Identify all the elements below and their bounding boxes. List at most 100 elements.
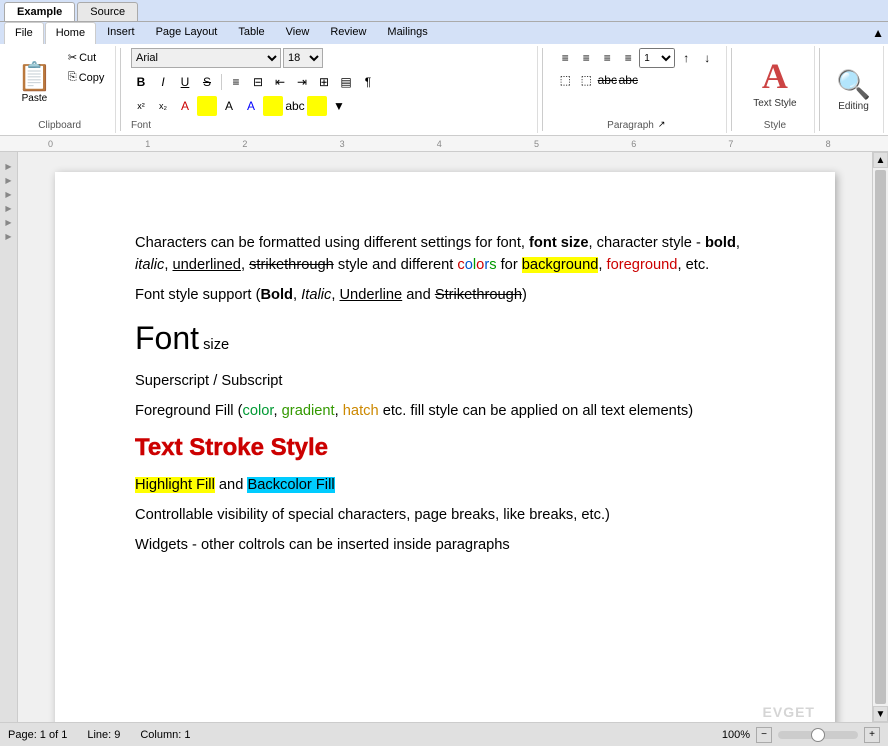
- indent-increase-button[interactable]: ⇥: [292, 72, 312, 92]
- ribbon-collapse-btn[interactable]: ▲: [868, 22, 888, 44]
- paragraph-footer: Paragraph ↗: [607, 118, 665, 131]
- dropdown-font-button[interactable]: ▼: [329, 96, 349, 116]
- line-spacing-select[interactable]: 1: [639, 48, 675, 68]
- foreground-para: Foreground Fill (color, gradient, hatch …: [135, 400, 755, 422]
- font-size-select[interactable]: 18: [283, 48, 323, 68]
- strikethrough-2-button[interactable]: abc: [618, 70, 638, 90]
- italic-button[interactable]: I: [153, 72, 173, 92]
- ribbon-tab-view[interactable]: View: [276, 22, 320, 44]
- cut-button[interactable]: ✂ Cut: [63, 48, 110, 67]
- ribbon-tab-home[interactable]: Home: [45, 22, 96, 44]
- yellow-color-button[interactable]: [307, 96, 327, 116]
- highlight-color-button[interactable]: [263, 96, 283, 116]
- clipboard-group: 📋 Paste ✂ Cut ⎘ Copy Clipboar: [4, 46, 116, 133]
- text-color-2-button[interactable]: A: [241, 96, 261, 116]
- scrollbar-vertical[interactable]: ▲ ▼: [872, 152, 888, 722]
- paste-label: Paste: [22, 93, 48, 104]
- borders-button[interactable]: ⊞: [314, 72, 334, 92]
- doc-area: ▶ ▶ ▶ ▶ ▶ ▶ Characters can be formatted …: [0, 152, 888, 722]
- text-style-label: Text Style: [753, 98, 796, 109]
- zoom-slider[interactable]: [778, 731, 858, 739]
- font-family-select[interactable]: Arial: [131, 48, 281, 68]
- paragraph-dialog-btn[interactable]: ↗: [658, 119, 666, 130]
- font-group-label: Font: [131, 118, 151, 131]
- tab-bar: Example Source: [0, 0, 888, 22]
- align-center-button[interactable]: ≡: [576, 48, 596, 68]
- ribbon-tab-insert[interactable]: Insert: [97, 22, 145, 44]
- shading-button[interactable]: ▤: [336, 72, 356, 92]
- strikethrough-style: strikethrough: [249, 257, 334, 273]
- visibility-para: Controllable visibility of special chara…: [135, 504, 755, 526]
- zoom-out-button[interactable]: −: [756, 727, 772, 743]
- color-text: color: [243, 403, 274, 419]
- highlight-para: Highlight Fill and Backcolor Fill: [135, 474, 755, 496]
- bullets-button[interactable]: ≡: [226, 72, 246, 92]
- bold-style: bold: [705, 235, 736, 251]
- spacing-after-button[interactable]: ↓: [697, 48, 717, 68]
- stroke-title-para: Text Stroke Style: [135, 430, 755, 466]
- font-row-2: B I U S ≡ ⊟ ⇤ ⇥ ⊞ ▤ ¶: [131, 72, 378, 92]
- numbering-button[interactable]: ⊟: [248, 72, 268, 92]
- ribbon-tab-file[interactable]: File: [4, 22, 44, 44]
- justify-button[interactable]: ≡: [618, 48, 638, 68]
- ruler-inner: 0 1 2 3 4 5 6 7 8: [48, 136, 858, 151]
- tab-example[interactable]: Example: [4, 2, 75, 21]
- font-fill-button[interactable]: A: [219, 96, 239, 116]
- underline-button[interactable]: U: [175, 72, 195, 92]
- align-left-button[interactable]: ≡: [555, 48, 575, 68]
- paragraph-controls: ≡ ≡ ≡ ≡ 1 ↑ ↓ ⬚ ⬚ abc abc: [555, 48, 717, 90]
- spacing-before-button[interactable]: ↑: [676, 48, 696, 68]
- bold-button[interactable]: B: [131, 72, 151, 92]
- status-line: Line: 9: [87, 729, 120, 741]
- style-group: A Text Style Style: [735, 46, 815, 133]
- zoom-in-button[interactable]: +: [864, 727, 880, 743]
- font-large: Font: [135, 320, 199, 356]
- ribbon-tabs: File Home Insert Page Layout Table View …: [0, 22, 888, 44]
- style-icon-container: A Text Style: [753, 48, 796, 118]
- gutter-mark: ▶: [5, 190, 11, 204]
- ribbon-tab-page-layout[interactable]: Page Layout: [146, 22, 228, 44]
- strikethrough-style-2: Strikethrough: [435, 287, 522, 303]
- align-right-button[interactable]: ≡: [597, 48, 617, 68]
- ribbon-tab-mailings[interactable]: Mailings: [377, 22, 437, 44]
- doc-content: Characters can be formatted using differ…: [135, 232, 755, 556]
- superscript-button[interactable]: x²: [131, 96, 151, 116]
- abc-button[interactable]: abc: [285, 96, 305, 116]
- status-page: Page: 1 of 1: [8, 729, 67, 741]
- zoom-thumb[interactable]: [811, 728, 825, 742]
- italic-style: italic: [135, 257, 164, 273]
- pilcrow-button[interactable]: ¶: [358, 72, 378, 92]
- copy-button[interactable]: ⎘ Copy: [63, 68, 110, 87]
- editing-icon-container: 🔍 Editing: [836, 48, 871, 131]
- clipboard-label: Clipboard: [10, 118, 109, 131]
- color-g2: s: [489, 257, 496, 273]
- scroll-thumb[interactable]: [875, 170, 886, 704]
- subscript-button[interactable]: x₂: [153, 96, 173, 116]
- font-size-heading: Font size: [135, 314, 755, 362]
- scroll-up-button[interactable]: ▲: [873, 152, 888, 168]
- gutter-mark: ▶: [5, 162, 11, 176]
- paste-button[interactable]: 📋 Paste: [10, 48, 59, 118]
- font-color-button[interactable]: A: [175, 96, 195, 116]
- indent-decrease-button[interactable]: ⇤: [270, 72, 290, 92]
- status-bar: Page: 1 of 1 Line: 9 Column: 1 100% − +: [0, 722, 888, 746]
- doc-scroll[interactable]: Characters can be formatted using differ…: [18, 152, 872, 722]
- ribbon-tab-review[interactable]: Review: [320, 22, 376, 44]
- cut-icon: ✂: [68, 51, 77, 64]
- ribbon-tab-table[interactable]: Table: [228, 22, 274, 44]
- para-row-2: ⬚ ⬚ abc abc: [555, 70, 717, 90]
- status-column: Column: 1: [140, 729, 190, 741]
- para-2: Font style support (Bold, Italic, Underl…: [135, 284, 755, 306]
- strikethrough-button[interactable]: S: [197, 72, 217, 92]
- border-btn-1[interactable]: ⬚: [555, 70, 575, 90]
- strikethrough-para-button[interactable]: abc: [597, 70, 617, 90]
- paragraph-group-label: Paragraph: [607, 118, 654, 131]
- gradient-text: gradient: [282, 403, 335, 419]
- border-btn-2[interactable]: ⬚: [576, 70, 596, 90]
- text-highlight-button[interactable]: [197, 96, 217, 116]
- tab-source[interactable]: Source: [77, 2, 138, 21]
- gutter-mark: ▶: [5, 204, 11, 218]
- cut-label: Cut: [79, 52, 96, 64]
- copy-label: Copy: [79, 72, 105, 84]
- italic-style-2: Italic: [301, 287, 331, 303]
